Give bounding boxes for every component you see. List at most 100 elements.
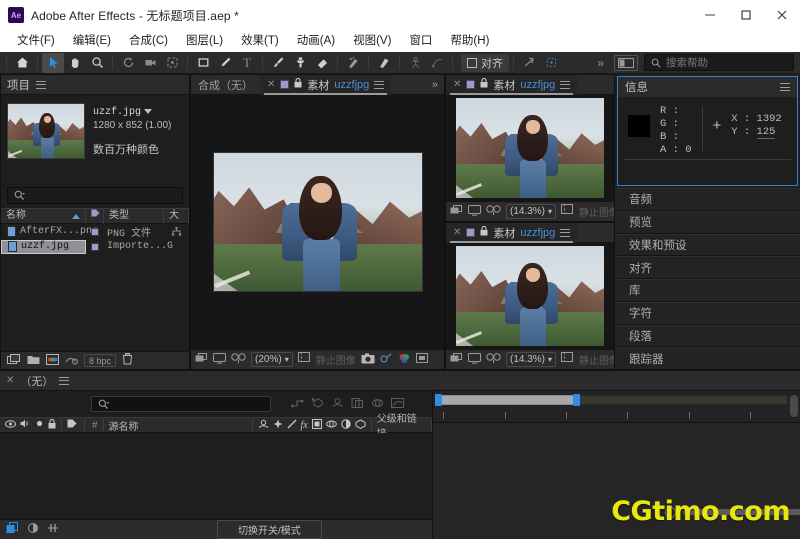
sidebar-item-align[interactable]: 对齐 [615,256,800,279]
label-color-swatch[interactable] [91,242,99,251]
timeline-tab-label[interactable]: （无） [20,373,53,389]
tab-close-icon[interactable]: ✕ [267,79,275,90]
delete-button[interactable] [122,353,133,368]
project-search-input[interactable] [7,187,183,204]
tag-icon[interactable] [67,419,77,431]
sidebar-item-character[interactable]: 字符 [615,301,800,325]
bit-depth-button[interactable]: 8 bpc [84,354,117,367]
close-button[interactable] [764,0,800,30]
camera-tool-icon[interactable] [139,53,161,73]
menu-item-window[interactable]: 窗口 [400,30,441,52]
workspace-switcher-icon[interactable] [614,54,638,71]
tab-close-icon[interactable]: ✕ [6,375,14,386]
hide-shy-layers-icon[interactable] [331,397,344,412]
solo-icon[interactable] [35,419,44,431]
snapping-target-icon[interactable] [540,53,562,73]
monitor-icon[interactable] [468,204,481,219]
info-panel-menu-icon[interactable] [780,83,790,91]
label-color-swatch[interactable] [91,227,99,236]
menu-item-view[interactable]: 视图(V) [344,30,400,52]
zoom-tool-icon[interactable] [86,53,108,73]
toolbar-overflow-button[interactable]: » [587,56,614,70]
type-tool-icon[interactable]: T [236,53,258,73]
tab-footage-top[interactable]: ✕ 素材 uzzfjpg [446,74,578,95]
snapping-icon[interactable] [518,53,540,73]
grid-guides-icon[interactable] [561,352,574,367]
puppet-bend-icon[interactable] [426,53,448,73]
menu-item-help[interactable]: 帮助(H) [441,30,498,52]
new-layer-icon[interactable] [6,522,19,537]
audio-icon[interactable] [20,419,31,431]
lock-icon[interactable] [294,77,302,91]
menu-item-file[interactable]: 文件(F) [8,30,64,52]
toggle-switches-modes-button[interactable]: 切换开关/模式 [217,520,322,539]
footage-viewer-1-canvas[interactable] [446,95,614,201]
shape-tool-icon[interactable] [192,53,214,73]
video-visibility-icon[interactable] [5,419,16,431]
timeline-panel-menu-icon[interactable] [59,376,70,385]
menu-item-animation[interactable]: 动画(A) [288,30,344,52]
region-of-interest-icon[interactable] [415,352,428,367]
work-area-bar[interactable] [433,391,800,409]
enable-frame-blending-icon[interactable] [351,397,364,412]
toggle-switches-icon[interactable] [27,522,39,537]
sidebar-item-paragraph[interactable]: 段落 [615,324,800,348]
resolution-label[interactable]: 静止图像 [579,352,614,367]
3d-layer-icon[interactable] [355,418,366,432]
draft-3d-icon[interactable] [311,397,324,412]
project-list-item[interactable]: uzzf.jpg Importe...G [1,239,189,254]
lock-icon[interactable] [480,77,488,91]
rotation-tool-icon[interactable] [117,53,139,73]
column-header-source-name[interactable]: 源名称 [104,417,252,433]
timeline-vertical-scrollbar[interactable] [790,395,798,417]
lock-icon[interactable] [480,225,488,239]
composition-overflow-button[interactable]: » [432,79,444,91]
selection-tool-icon[interactable] [42,52,64,73]
always-preview-icon[interactable] [450,204,463,219]
zoom-level-select[interactable]: (14.3%) ▾ [506,352,557,367]
column-header-parent-link[interactable]: 父级和链接 [372,414,431,440]
tab-footage-bottom[interactable]: ✕ 素材 uzzfjpg [446,222,578,243]
collapse-transformations-icon[interactable] [273,419,283,432]
column-header-name[interactable]: 名称 [1,208,86,224]
column-header-size[interactable]: 大 [164,208,189,224]
3d-glasses-icon[interactable] [486,204,501,219]
resolution-label[interactable]: 静止图像 [316,352,356,367]
minimize-button[interactable] [692,0,728,30]
pen-tool-icon[interactable] [214,53,236,73]
project-list-item[interactable]: AfterFX...png PNG 文件 [1,224,189,240]
column-header-index[interactable]: # [92,420,98,431]
tab-close-icon[interactable]: ✕ [453,79,461,90]
maximize-button[interactable] [728,0,764,30]
work-area-start-handle[interactable] [435,394,442,406]
brush-tool-icon[interactable] [267,53,289,73]
hand-tool-icon[interactable] [64,53,86,73]
color-management-icon[interactable] [65,354,78,368]
eraser-tool-icon[interactable] [311,53,333,73]
always-preview-icon[interactable] [450,352,463,367]
sidebar-item-audio[interactable]: 音频 [615,188,800,211]
tab-footage-uzzf[interactable]: ✕ 素材 uzzfjpg [260,74,392,95]
align-toggle[interactable]: 对齐 [461,53,509,72]
3d-glasses-icon[interactable] [486,352,501,367]
time-ruler[interactable] [433,409,800,423]
adjustment-layer-icon[interactable] [341,418,351,432]
zoom-level-select[interactable]: (20%) ▾ [251,352,293,367]
grid-guides-icon[interactable] [297,352,311,367]
footage-viewer-2-canvas[interactable] [446,243,614,349]
roto-brush-tool-icon[interactable] [342,53,364,73]
resolution-label[interactable]: 静止图像 [579,204,614,219]
motion-blur-icon[interactable] [325,419,337,432]
work-area-end-handle[interactable] [573,394,580,406]
puppet-advanced-icon[interactable] [404,53,426,73]
motion-blur-toggle-icon[interactable] [47,522,59,537]
always-preview-icon[interactable] [195,352,208,367]
composition-mini-flowchart-icon[interactable] [291,397,304,412]
project-settings-button[interactable] [46,353,59,368]
grid-guides-icon[interactable] [561,204,574,219]
lock-icon[interactable] [48,418,56,432]
sidebar-item-libraries[interactable]: 库 [615,279,800,302]
channel-icon[interactable] [398,353,411,367]
puppet-pin-tool-icon[interactable] [373,53,395,73]
pan-behind-tool-icon[interactable] [161,53,183,73]
